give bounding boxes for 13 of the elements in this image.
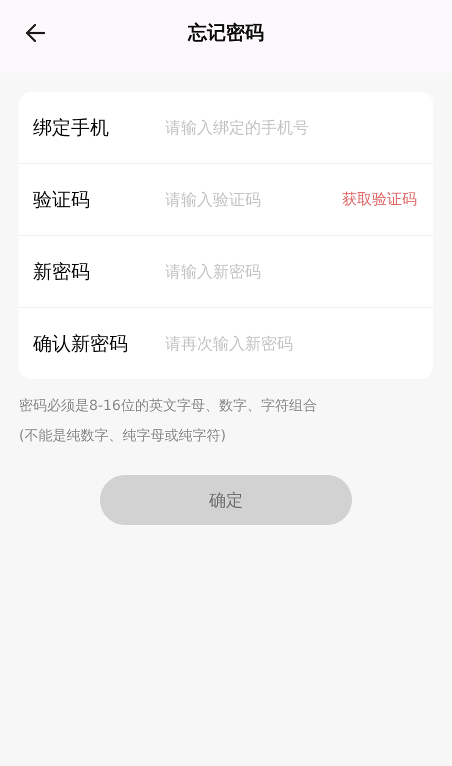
back-arrow-icon: [24, 22, 46, 42]
input-field[interactable]: 请再次输入新密码: [165, 334, 417, 353]
input-field[interactable]: 请输入验证码: [165, 190, 342, 209]
password-hint: (不能是纯数字、纯字母或纯字符): [19, 427, 227, 446]
input-field[interactable]: 请输入新密码: [165, 262, 417, 281]
get-code-link[interactable]: 获取验证码: [342, 190, 417, 209]
field-label: 确认新密码: [33, 332, 129, 356]
field-label: 验证码: [33, 188, 91, 212]
password-hint: 密码必须是8-16位的英文字母、数字、字符组合: [19, 397, 318, 416]
field-label: 绑定手机: [33, 116, 110, 140]
page-title: 忘记密码: [186, 20, 265, 46]
input-field[interactable]: 请输入绑定的手机号: [165, 118, 417, 137]
field-label: 新密码: [33, 260, 91, 284]
